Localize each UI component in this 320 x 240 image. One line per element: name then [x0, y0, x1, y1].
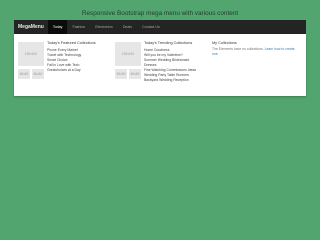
trending-link[interactable]: Will you be my Valentine? — [144, 53, 183, 57]
nav-electronics[interactable]: Electronics — [90, 20, 118, 34]
featured-link[interactable]: Travel with Technology — [47, 53, 81, 57]
featured-thumb-2: 60x60 — [32, 69, 44, 79]
featured-heading: Today's Featured Collections — [47, 41, 96, 45]
featured-thumb-1: 60x60 — [18, 69, 30, 79]
nav-deals[interactable]: Deals — [118, 20, 137, 34]
navbar: MegaMenu Today Fashion Electronics Deals… — [14, 20, 306, 34]
page-title: Responsive Bootstrap mega menu with vari… — [81, 10, 239, 17]
collections-heading: My Collections — [212, 41, 237, 45]
trending-image-placeholder: 150x150 — [115, 42, 141, 66]
featured-link[interactable]: Phone Every Market — [47, 48, 78, 52]
trending-thumb-1: 60x60 — [115, 69, 127, 79]
nav-contact-us[interactable]: Contact Us — [137, 20, 165, 34]
nav-today[interactable]: Today — [47, 20, 68, 34]
trending-link[interactable]: Home Goodness — [144, 48, 169, 52]
trending-heading: Today's Trending Collections — [144, 41, 193, 45]
mega-menu-panel: 150x150 60x60 60x60 Today's Featured Col… — [14, 34, 306, 96]
featured-link[interactable]: Greatchoices at a Day — [47, 68, 81, 72]
nav-fashion[interactable]: Fashion — [67, 20, 90, 34]
trending-link[interactable]: Dresses — [144, 63, 156, 67]
brand-logo[interactable]: MegaMenu — [14, 20, 48, 34]
collections-note-text: The Elements have no collections. — [212, 47, 264, 51]
featured-link[interactable]: Fall in Love with Tech — [47, 63, 79, 67]
collections-note: The Elements have no collections. Learn … — [212, 47, 296, 58]
featured-image-placeholder: 150x150 — [18, 42, 44, 66]
trending-link[interactable]: Summer Wedding Bridesmaid — [144, 58, 189, 62]
trending-link[interactable]: Backyard Wedding Reception — [144, 78, 189, 82]
trending-link[interactable]: Fine Watching Commissions Ideas — [144, 68, 196, 72]
trending-thumb-2: 60x60 — [129, 69, 141, 79]
featured-link[interactable]: Smart Choice — [47, 58, 68, 62]
trending-link[interactable]: Wedding Party Table Runners — [144, 73, 189, 77]
